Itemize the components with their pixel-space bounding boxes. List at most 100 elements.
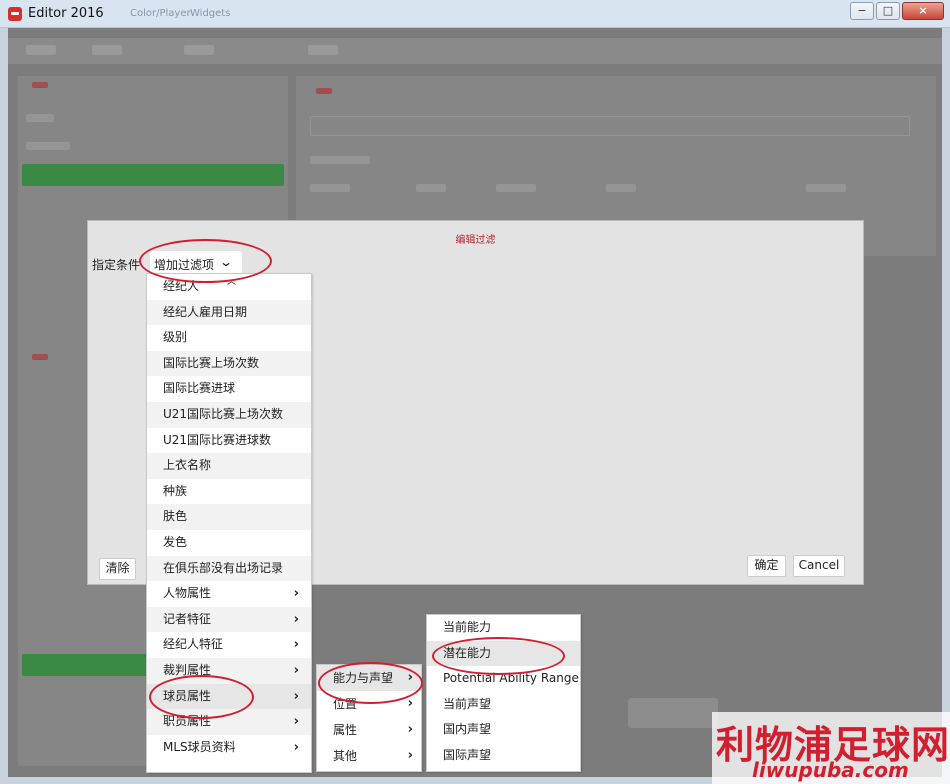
close-button[interactable]: × <box>902 2 944 20</box>
add-filter-label: 增加过滤项 <box>154 258 215 272</box>
ok-button[interactable]: 确定 <box>747 555 786 577</box>
menu-item-agent-hire-date[interactable]: 经纪人雇用日期 <box>147 299 311 326</box>
menu-item-label: 球员属性 <box>163 688 212 703</box>
menu-item-hair-color[interactable]: 发色 <box>147 530 311 556</box>
maximize-icon: □ <box>882 4 894 17</box>
player-attributes-submenu: 能力与声望 › 位置 › 属性 › 其他 › <box>316 664 422 772</box>
background-left-row <box>26 142 70 150</box>
menu-item-other[interactable]: 其他 › <box>317 743 421 769</box>
faint-tab-color-player[interactable]: Color/Player <box>130 8 191 19</box>
menu-item-label: 经纪人雇用日期 <box>163 304 248 319</box>
background-search-bar <box>310 116 910 136</box>
menu-item-skin-color[interactable]: 肤色 <box>147 504 311 530</box>
menu-item-label: 经纪人 <box>163 279 200 293</box>
menu-item-label: 位置 <box>333 697 358 711</box>
maximize-button[interactable]: □ <box>876 2 900 20</box>
menu-item-u21-caps[interactable]: U21国际比赛上场次数 <box>147 401 311 428</box>
background-right-text <box>310 184 350 192</box>
chevron-right-icon: › <box>407 696 413 711</box>
background-menu-item <box>308 45 338 55</box>
menu-item-ethnicity[interactable]: 种族 <box>147 479 311 505</box>
menu-item-referee-attributes[interactable]: 裁判属性 › <box>147 657 311 684</box>
faint-tab-widgets[interactable]: Widgets <box>190 8 230 19</box>
menu-item-journalist-traits[interactable]: 记者特征 › <box>147 606 311 633</box>
chevron-right-icon: › <box>407 722 413 737</box>
menu-item-current-reputation[interactable]: 当前声望 <box>427 692 580 718</box>
menu-item-label: 当前声望 <box>443 696 492 711</box>
menu-item-position[interactable]: 位置 › <box>317 691 421 717</box>
watermark-url: liwupuba.com <box>752 758 909 782</box>
menu-item-current-ability[interactable]: 当前能力 <box>427 615 580 641</box>
background-right-text <box>496 184 536 192</box>
menu-item-label: 发色 <box>163 534 188 549</box>
menu-item-label: U21国际比赛上场次数 <box>163 406 284 421</box>
menu-item-label: 国际比赛进球 <box>163 381 236 396</box>
menu-item-level[interactable]: 级别 <box>147 325 311 351</box>
menu-item-staff-attributes[interactable]: 职员属性 › <box>147 709 311 735</box>
menu-item-intl-goals[interactable]: 国际比赛进球 <box>147 376 311 402</box>
chevron-right-icon: › <box>293 662 299 678</box>
chevron-down-icon: ⌄ <box>218 255 234 269</box>
menu-item-world-reputation[interactable]: 国际声望 <box>427 743 580 769</box>
background-left-marker <box>32 82 48 88</box>
background-menu-item <box>26 45 56 55</box>
background-right-marker <box>316 88 332 94</box>
background-left-marker <box>32 354 48 360</box>
clear-button[interactable]: 清除 <box>99 558 136 580</box>
menu-item-attributes[interactable]: 属性 › <box>317 717 421 743</box>
menu-item-label: 职员属性 <box>163 714 212 729</box>
menu-item-agent-traits[interactable]: 经纪人特征 › <box>147 632 311 658</box>
window-title: Editor 2016 <box>28 6 104 21</box>
menu-item-intl-caps[interactable]: 国际比赛上场次数 <box>147 350 311 377</box>
filter-items-menu: ︿ 经纪人 经纪人雇用日期 级别 国际比赛上场次数 国际比赛进球 U21国际比赛… <box>146 273 312 773</box>
menu-item-label: 国内声望 <box>443 722 492 736</box>
background-right-text <box>310 156 370 164</box>
chevron-right-icon: › <box>293 637 299 653</box>
chevron-right-icon: › <box>407 748 413 763</box>
background-right-text <box>416 184 446 192</box>
minimize-button[interactable]: − <box>850 2 874 20</box>
menu-item-label: 潜在能力 <box>443 645 492 660</box>
menu-item-label: U21国际比赛进球数 <box>163 432 272 447</box>
menu-item-label: 属性 <box>333 723 358 737</box>
menu-item-label: MLS球员资料 <box>163 739 236 754</box>
menu-item-home-reputation[interactable]: 国内声望 <box>427 717 580 743</box>
background-bottom-box <box>628 698 718 728</box>
menu-item-player-attributes[interactable]: 球员属性 › <box>147 683 311 710</box>
menu-item-ability-reputation[interactable]: 能力与声望 › <box>317 665 421 691</box>
menu-item-label: 国际比赛上场次数 <box>163 355 260 370</box>
cancel-button[interactable]: Cancel <box>793 555 845 577</box>
chevron-right-icon: › <box>293 688 299 704</box>
menu-item-shirt-name[interactable]: 上衣名称 <box>147 453 311 479</box>
add-filter-dropdown[interactable]: 增加过滤项 ⌄ <box>150 251 242 275</box>
minimize-icon: − <box>857 4 867 17</box>
menu-item-u21-goals[interactable]: U21国际比赛进球数 <box>147 428 311 454</box>
menu-item-label: 上衣名称 <box>163 458 212 473</box>
dialog-title: 编辑过滤 <box>455 235 496 246</box>
menu-item-label: 国际声望 <box>443 747 492 762</box>
background-right-text <box>606 184 636 192</box>
menu-item-label: 在俱乐部没有出场记录 <box>163 560 284 575</box>
menu-item-potential-ability-range[interactable]: Potential Ability Range <box>427 666 580 692</box>
menu-item-mls-player-data[interactable]: MLS球员资料 › <box>147 735 311 761</box>
condition-label: 指定条件 <box>92 258 141 272</box>
menu-item-label: 级别 <box>163 330 188 345</box>
app-icon <box>8 7 22 21</box>
window-controls: − □ × <box>850 2 944 20</box>
chevron-right-icon: › <box>293 611 299 627</box>
menu-item-label: Potential Ability Range <box>443 671 579 685</box>
menu-item-label: 肤色 <box>163 509 188 524</box>
chevron-right-icon: › <box>293 739 299 755</box>
background-selected-row <box>22 164 284 186</box>
menu-item-person-attributes[interactable]: 人物属性 › <box>147 581 311 607</box>
background-right-text <box>806 184 846 192</box>
chevron-right-icon: › <box>293 714 299 730</box>
site-watermark: 利物浦足球网 liwupuba.com <box>712 712 950 784</box>
menu-item-no-club-appearances[interactable]: 在俱乐部没有出场记录 <box>147 555 311 582</box>
chevron-right-icon: › <box>293 586 299 602</box>
background-menu-strip <box>8 38 942 64</box>
background-left-row <box>26 114 54 122</box>
menu-item-potential-ability[interactable]: 潜在能力 <box>427 640 580 666</box>
menu-item-label: 当前能力 <box>443 620 492 634</box>
menu-item-agent[interactable]: 经纪人 <box>147 274 311 300</box>
